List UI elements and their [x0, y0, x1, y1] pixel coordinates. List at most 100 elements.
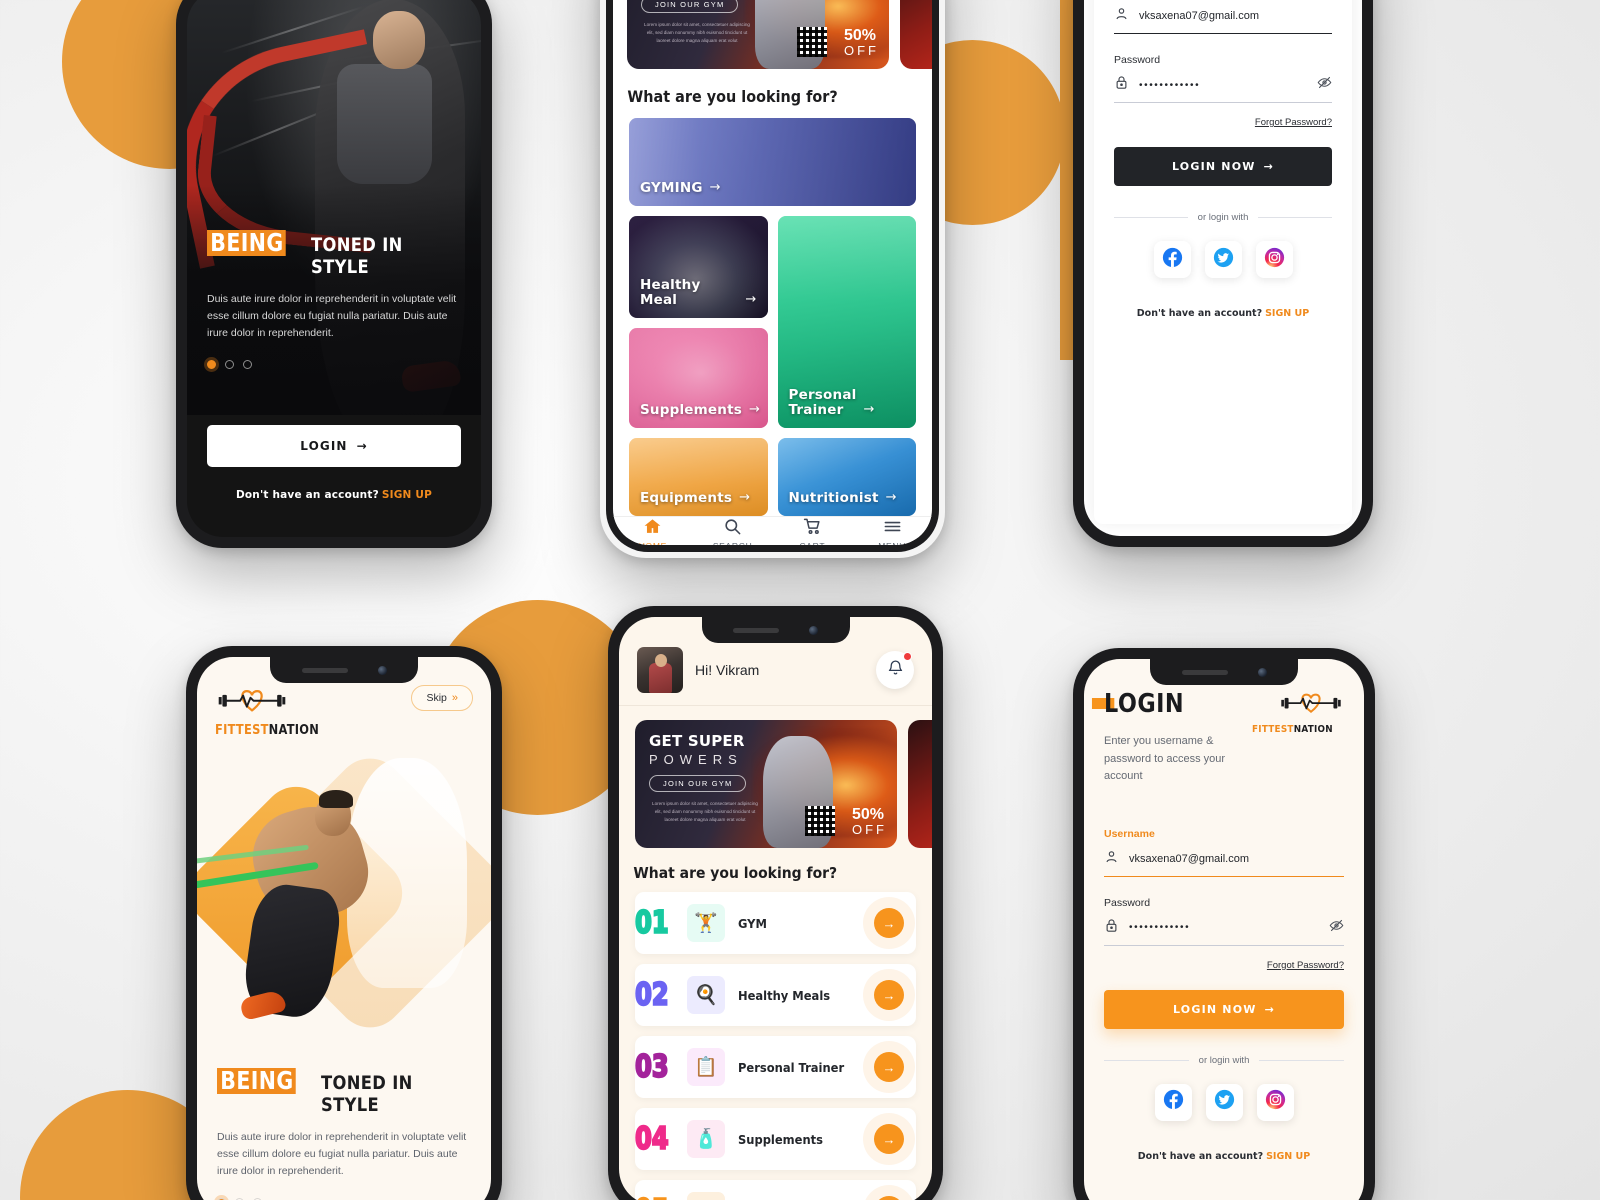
go-arrow-button[interactable]: →: [874, 1196, 904, 1200]
category-tile-healthy-meal[interactable]: Healthy Meal →: [629, 216, 768, 318]
instagram-login-button[interactable]: [1256, 1083, 1294, 1121]
twitter-login-button[interactable]: [1204, 241, 1242, 278]
home-promo-carousel[interactable]: GET SUPER POWERS JOIN OUR GYM Lorem ipsu…: [619, 706, 932, 848]
tab-home[interactable]: HOME: [613, 517, 693, 545]
login-card: Username vksaxena07@gmail.com Password •…: [1094, 0, 1352, 524]
splash-copy: BEING TONED IN STYLE Duis aute irure dol…: [207, 229, 461, 369]
category-tile-gyming[interactable]: GYMING →: [629, 118, 916, 206]
arrow-right-icon: →: [745, 292, 757, 308]
supplement-bottle-icon: 🧴: [687, 1120, 725, 1158]
category-tile-supplements[interactable]: Supplements →: [629, 328, 768, 428]
login-now-label: LOGIN NOW: [1172, 1002, 1257, 1016]
qr-code-icon: [797, 27, 827, 57]
go-arrow-button[interactable]: →: [874, 908, 904, 938]
password-value: ••••••••••••: [1129, 922, 1191, 934]
facebook-login-button[interactable]: [1154, 1083, 1192, 1121]
bottom-tab-bar: HOME SEARCH CART MENU: [613, 516, 932, 545]
onboarding-illustration: [197, 746, 491, 1046]
password-input[interactable]: ••••••••••••: [1114, 75, 1332, 103]
promo-cta-button[interactable]: JOIN OUR GYM: [649, 775, 747, 792]
promo-banner[interactable]: GET SUPER POWERS JOIN OUR GYM Lorem ipsu…: [627, 0, 889, 69]
or-divider: or login with: [1114, 212, 1333, 223]
pager-dot[interactable]: [225, 360, 234, 369]
facebook-login-button[interactable]: [1153, 241, 1191, 278]
eye-off-icon[interactable]: [1317, 75, 1332, 95]
phone-mockup-onboarding: FITTESTNATION Skip » BEING TONED IN STYL…: [186, 646, 502, 1200]
list-item[interactable]: 03 📋 Personal Trainer →: [634, 1036, 916, 1098]
list-item[interactable]: 04 🧴 Supplements →: [634, 1108, 916, 1170]
user-avatar[interactable]: [637, 647, 683, 693]
lock-icon: [1104, 918, 1119, 938]
person-icon: [1114, 6, 1129, 26]
phone-mockup-home: Hi! Vikram GET SUPER POWERS JOIN OUR GYM…: [608, 606, 943, 1200]
forgot-password-link[interactable]: Forgot Password?: [1114, 117, 1332, 128]
username-input[interactable]: vksaxena07@gmail.com: [1114, 6, 1332, 34]
skip-button[interactable]: Skip »: [411, 685, 473, 711]
password-field-group: Password ••••••••••••: [1114, 54, 1332, 103]
signup-link[interactable]: SIGN UP: [382, 489, 432, 501]
tile-label-wrap: Nutritionist →: [789, 490, 897, 506]
category-tile-nutritionist[interactable]: Nutritionist →: [777, 438, 916, 516]
category-tile-equipments[interactable]: Equipments →: [629, 438, 768, 516]
arrow-right-icon: →: [885, 490, 897, 506]
pager-dot[interactable]: [207, 360, 216, 369]
list-item-number: 03: [634, 1048, 669, 1085]
twitter-login-button[interactable]: [1205, 1083, 1243, 1121]
hamburger-menu-icon: [883, 517, 902, 536]
brand-logo: FITTESTNATION: [1252, 689, 1344, 735]
go-arrow-button[interactable]: →: [874, 1052, 904, 1082]
speaker-grille: [733, 627, 779, 633]
category-tile-personal-trainer[interactable]: Personal Trainer →: [777, 216, 916, 428]
pager-dot[interactable]: [243, 360, 252, 369]
signup-link[interactable]: SIGN UP: [1265, 308, 1309, 319]
promo-carousel[interactable]: GET SUPER POWERS JOIN OUR GYM Lorem ipsu…: [613, 0, 932, 69]
forgot-password-link[interactable]: Forgot Password?: [1104, 960, 1344, 971]
facebook-icon: [1162, 247, 1183, 273]
person-icon: [1104, 849, 1119, 869]
list-item[interactable]: 05 🏋 Equipments →: [634, 1180, 916, 1200]
section-title: What are you looking for?: [633, 864, 838, 882]
tab-menu[interactable]: MENU: [852, 517, 932, 545]
onboarding-paragraph: Duis aute irure dolor in reprehenderit i…: [217, 1131, 467, 1177]
notification-button[interactable]: [876, 651, 914, 689]
signup-prompt-text: Don't have an account?: [1137, 1150, 1264, 1162]
cart-icon: [803, 517, 822, 536]
runner-hair: [319, 790, 353, 808]
login-light-form: Username vksaxena07@gmail.com Password •…: [1104, 828, 1345, 1162]
promo-banner[interactable]: GET SUPER POWERS JOIN OUR GYM Lorem ipsu…: [635, 720, 897, 848]
go-arrow-button[interactable]: →: [874, 980, 904, 1010]
signup-link[interactable]: SIGN UP: [1266, 1151, 1310, 1162]
login-light-screen: LOGIN Enter you username & password to a…: [1084, 659, 1364, 1200]
login-now-button[interactable]: LOGIN NOW →: [1104, 989, 1344, 1029]
phone-mockup-login-light: LOGIN Enter you username & password to a…: [1073, 648, 1375, 1200]
promo-banner-next[interactable]: [900, 0, 932, 69]
username-input[interactable]: vksaxena07@gmail.com: [1104, 849, 1344, 877]
eye-off-icon[interactable]: [1329, 918, 1344, 938]
tab-cart[interactable]: CART: [773, 517, 853, 545]
list-item[interactable]: 02 🍳 Healthy Meals →: [634, 964, 916, 1026]
password-input[interactable]: ••••••••••••: [1104, 918, 1344, 946]
password-value: ••••••••••••: [1139, 79, 1201, 91]
discount-off-label: OFF: [852, 821, 887, 837]
go-arrow-button[interactable]: →: [874, 1124, 904, 1154]
splash-pager-dots[interactable]: [207, 360, 461, 369]
discount-percent: 50%: [844, 26, 877, 44]
instagram-icon: [1264, 247, 1285, 273]
arrow-right-icon: →: [748, 402, 761, 418]
double-chevron-right-icon: »: [451, 692, 458, 704]
headline-rest: TONED IN STYLE: [321, 1072, 414, 1116]
list-item-number: 05: [634, 1192, 669, 1200]
signup-prompt-text: Don't have an account?: [1136, 308, 1263, 319]
login-now-button[interactable]: LOGIN NOW →: [1114, 147, 1332, 186]
promo-banner-next[interactable]: [908, 720, 932, 848]
promo-cta-button[interactable]: JOIN OUR GYM: [641, 0, 739, 13]
login-button[interactable]: LOGIN →: [207, 425, 461, 467]
athlete-head: [373, 11, 425, 69]
tab-search[interactable]: SEARCH: [693, 517, 773, 545]
list-item[interactable]: 01 🏋️ GYM →: [634, 892, 916, 954]
password-label: Password: [1104, 896, 1151, 909]
tab-label: MENU: [878, 541, 906, 545]
instagram-login-button[interactable]: [1255, 241, 1293, 278]
barbell-heart-pulse-icon: [1278, 689, 1344, 721]
username-value: vksaxena07@gmail.com: [1139, 10, 1259, 22]
